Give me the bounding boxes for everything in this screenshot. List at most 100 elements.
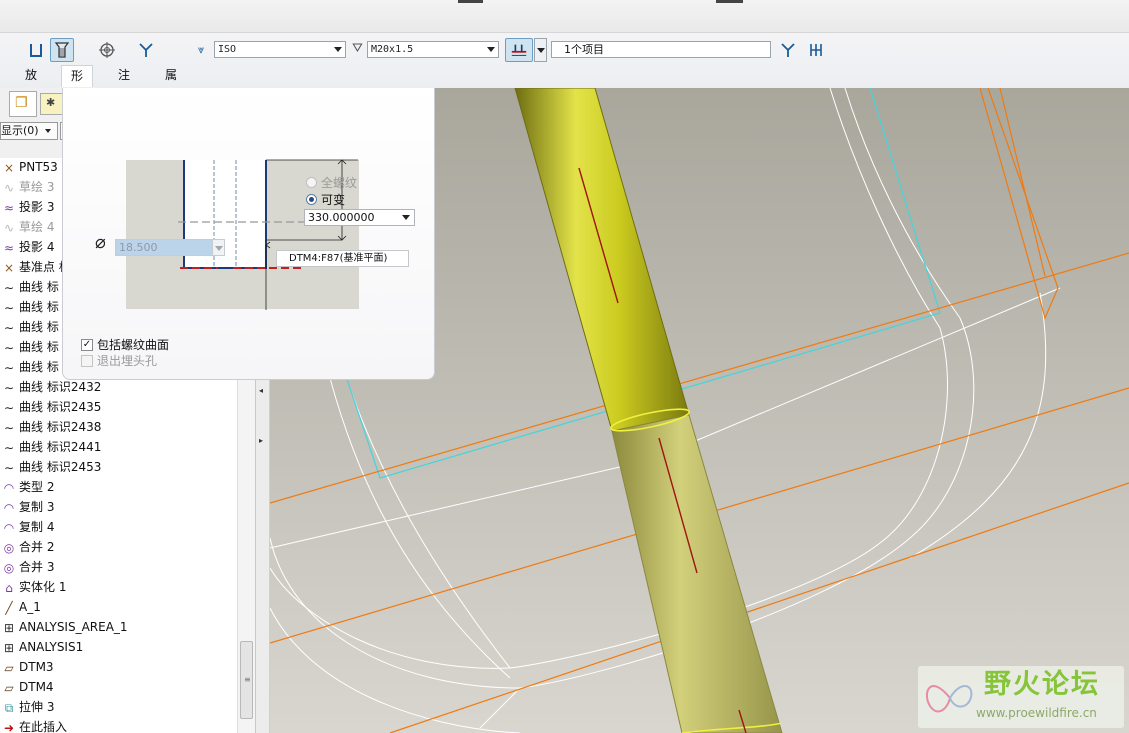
tree-item[interactable]: ◠ 复制 4 bbox=[0, 517, 55, 537]
curve-icon: ∼ bbox=[3, 460, 15, 475]
tree-item-label: ANALYSIS_AREA_1 bbox=[19, 620, 128, 634]
tree-item-label: 复制 3 bbox=[19, 500, 55, 514]
tap-icon bbox=[139, 43, 153, 57]
tree-item[interactable]: ∼ 曲线 标识2432 bbox=[0, 377, 101, 397]
merge-icon: ◎ bbox=[3, 540, 15, 555]
tree-item-label: A_1 bbox=[19, 600, 41, 614]
thread-depth-input[interactable]: 330.000000 bbox=[304, 209, 415, 226]
tree-item-label: 投影 3 bbox=[19, 200, 55, 214]
tree-item[interactable]: ∼ 曲线 标 bbox=[0, 337, 59, 357]
tree-item-label: 实体化 1 bbox=[19, 580, 67, 594]
tree-item[interactable]: ◎ 合并 2 bbox=[0, 537, 55, 557]
surface-icon: ◠ bbox=[3, 480, 15, 495]
projection-icon: ≈ bbox=[3, 240, 15, 255]
show-count: (0) bbox=[23, 124, 39, 137]
tree-item[interactable]: ◠ 类型 2 bbox=[0, 477, 55, 497]
tree-item[interactable]: ∼ 曲线 标 bbox=[0, 317, 59, 337]
scrollbar-thumb[interactable]: ≡ bbox=[240, 641, 253, 719]
standard-select[interactable]: ISO bbox=[214, 41, 346, 58]
curve-icon: ∼ bbox=[3, 420, 15, 435]
flip-depth-button[interactable] bbox=[776, 38, 800, 62]
show-button[interactable]: 显示(0) bbox=[0, 122, 58, 140]
tree-item-label: 草绘 4 bbox=[19, 220, 55, 234]
curve-icon: ∼ bbox=[3, 320, 15, 335]
radio-variable[interactable]: 可变 bbox=[306, 191, 345, 208]
solidify-icon: ⌂ bbox=[5, 580, 13, 595]
through-all-button[interactable] bbox=[804, 38, 828, 62]
depth-to-selected-icon bbox=[511, 44, 527, 56]
tree-item[interactable]: ⊞ ANALYSIS1 bbox=[0, 637, 83, 657]
tree-item[interactable]: ∼ 曲线 标 bbox=[0, 277, 59, 297]
sketch-icon: ∿ bbox=[3, 180, 15, 195]
include-thread-surface-checkbox[interactable]: ✓ 包括螺纹曲面 bbox=[81, 336, 169, 353]
tree-item[interactable]: ∼ 曲线 标 bbox=[0, 357, 59, 377]
tree-item[interactable]: ➜ 在此插入 bbox=[0, 717, 67, 733]
depth-option-dropdown[interactable] bbox=[534, 38, 547, 62]
depth-reference-field[interactable]: 1个项目 bbox=[551, 41, 771, 58]
diameter-input[interactable]: 18.500 bbox=[115, 239, 225, 256]
flip-icon bbox=[781, 43, 795, 57]
radio-circle bbox=[306, 177, 317, 188]
tree-item-label: 曲线 标识2441 bbox=[19, 440, 102, 454]
tree-item[interactable]: ∼ 曲线 标识2435 bbox=[0, 397, 101, 417]
tree-item[interactable]: ∿ 草绘 3 bbox=[0, 177, 54, 197]
tab-shape[interactable]: 形状 bbox=[61, 65, 94, 103]
tree-item-label: ANALYSIS1 bbox=[19, 640, 84, 654]
tab-notes[interactable]: 注释 bbox=[109, 65, 139, 102]
add-tapping-button[interactable] bbox=[134, 38, 158, 62]
tree-item-label: 曲线 标 bbox=[19, 320, 59, 334]
chevron-down-icon bbox=[487, 47, 495, 52]
merge-icon: ◎ bbox=[3, 560, 15, 575]
show-label: 显示 bbox=[1, 124, 23, 137]
analysis-icon: ⊞ bbox=[3, 620, 15, 635]
tree-item-label: 合并 2 bbox=[19, 540, 55, 554]
tree-item[interactable]: ∼ 曲线 标识2441 bbox=[0, 437, 101, 457]
sketch-hole-button[interactable] bbox=[95, 38, 119, 62]
tree-item-label: 在此插入 bbox=[19, 720, 68, 733]
tree-item[interactable]: ∼ 曲线 标识2453 bbox=[0, 457, 101, 477]
tab-properties[interactable]: 属性 bbox=[156, 65, 186, 102]
tree-item[interactable]: ◠ 复制 3 bbox=[0, 497, 55, 517]
tree-item[interactable]: ∿ 草绘 4 bbox=[0, 217, 54, 237]
exit-countersink-checkbox[interactable]: 退出埋头孔 bbox=[81, 352, 157, 369]
standard-hole-button[interactable] bbox=[50, 38, 74, 62]
grip-icon: ≡ bbox=[244, 675, 251, 684]
curve-icon: ∼ bbox=[3, 360, 15, 375]
tree-item[interactable]: ≈ 投影 3 bbox=[0, 197, 54, 217]
tree-item[interactable]: × 基准点 标 bbox=[0, 257, 71, 277]
tree-item[interactable]: ▱ DTM3 bbox=[0, 657, 54, 677]
screw-size-select[interactable]: M20x1.5 bbox=[367, 41, 499, 58]
tree-item[interactable]: ⌂ 实体化 1 bbox=[0, 577, 66, 597]
depth-option-button[interactable] bbox=[505, 38, 533, 62]
tree-item[interactable]: ≈ 投影 4 bbox=[0, 237, 54, 257]
curve-icon: ∼ bbox=[3, 380, 15, 395]
tree-item[interactable]: ▱ DTM4 bbox=[0, 677, 53, 697]
screw-size-value: M20x1.5 bbox=[371, 44, 414, 55]
model-tree-tab[interactable]: ❐ bbox=[9, 91, 37, 117]
split-hole-icon bbox=[810, 44, 822, 56]
tree-scrollbar[interactable]: ≡ bbox=[237, 346, 255, 733]
strip-marker bbox=[716, 0, 743, 3]
sketch-icon: ∿ bbox=[3, 220, 15, 235]
tree-item[interactable]: ⊞ ANALYSIS_AREA_1 bbox=[0, 617, 128, 637]
tree-item-label: 类型 2 bbox=[19, 480, 55, 494]
radio-full-thread[interactable]: 全螺纹 bbox=[306, 174, 357, 191]
expand-right-icon: ▸ bbox=[259, 436, 264, 445]
layer-tree-tab[interactable]: ✱ bbox=[40, 93, 64, 115]
tree-item[interactable]: ∼ 曲线 标 bbox=[0, 297, 59, 317]
tree-item-label: 曲线 标识2432 bbox=[19, 380, 102, 394]
collapse-left-icon: ◂ bbox=[259, 386, 264, 395]
tree-item-label: DTM3 bbox=[19, 660, 54, 674]
diameter-dropdown[interactable] bbox=[212, 239, 225, 256]
chevron-down-icon bbox=[402, 215, 410, 220]
tree-item-label: 复制 4 bbox=[19, 520, 55, 534]
butterfly-logo-icon bbox=[925, 685, 973, 713]
straight-hole-button[interactable] bbox=[24, 38, 48, 62]
tree-item-label: 曲线 标 bbox=[19, 360, 59, 374]
tree-item[interactable]: ╱ A_1 bbox=[0, 597, 41, 617]
tree-item[interactable]: × PNT53 bbox=[0, 157, 58, 177]
tab-placement[interactable]: 放置 bbox=[16, 65, 46, 102]
tree-item[interactable]: ◎ 合并 3 bbox=[0, 557, 55, 577]
tree-item[interactable]: ⧉ 拉伸 3 bbox=[0, 697, 55, 717]
tree-item[interactable]: ∼ 曲线 标识2438 bbox=[0, 417, 101, 437]
